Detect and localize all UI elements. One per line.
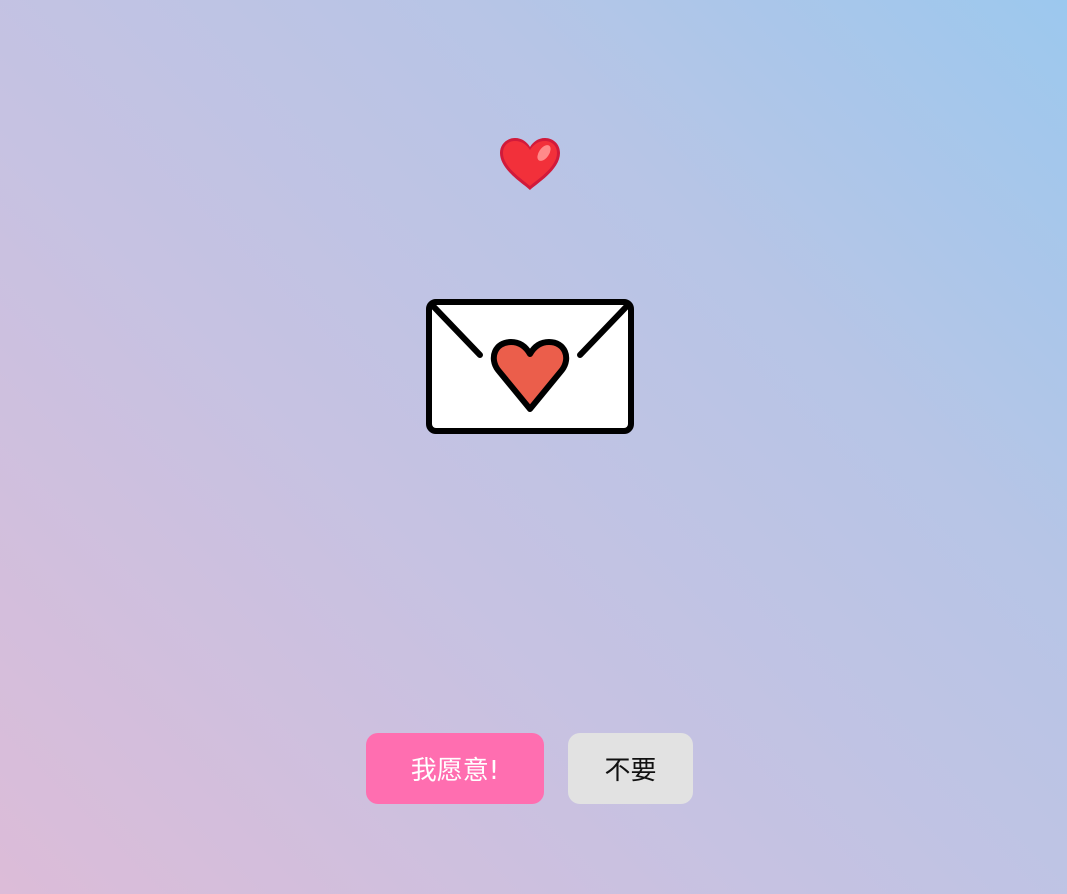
answer-buttons: 我愿意! 不要 xyxy=(366,733,693,804)
yes-button[interactable]: 我愿意! xyxy=(366,733,544,804)
red-heart-icon xyxy=(500,138,560,190)
no-button[interactable]: 不要 xyxy=(568,733,693,804)
page: 我愿意! 不要 xyxy=(0,0,1067,894)
love-letter-envelope-icon xyxy=(426,299,634,434)
